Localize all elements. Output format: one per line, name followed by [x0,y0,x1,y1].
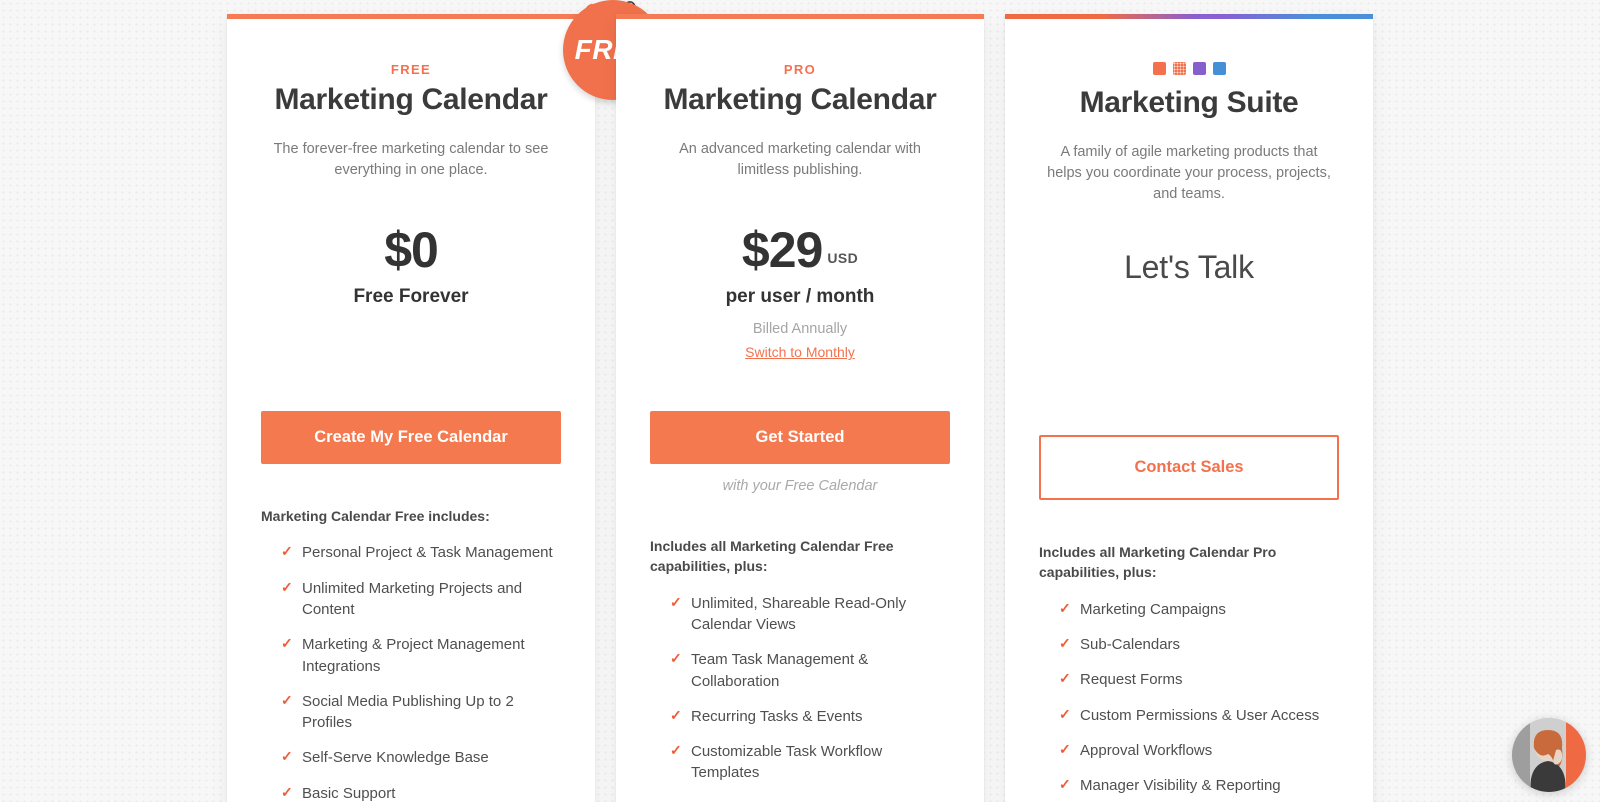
card-accent-bar-gradient [1005,14,1373,19]
feature-label: Customizable Task Workflow Templates [691,743,883,782]
plan-eyebrow-free: FREE [390,62,432,77]
plan-eyebrow-pro: PRO [783,62,817,77]
features-heading-free: Marketing Calendar Free includes: [261,508,490,525]
price-amount-free: $0 [384,222,439,279]
get-started-button[interactable]: Get Started [650,411,950,465]
pricing-card-suite: Marketing Suite A family of agile market… [1005,14,1373,802]
feature-item: ✓ Unlimited, Shareable Read-Only Calendar… [670,593,950,636]
check-icon: ✓ [281,543,293,560]
support-agent-avatar[interactable] [1512,718,1586,792]
feature-label: Unlimited Marketing Projects and Content [302,579,523,618]
features-section-free: Marketing Calendar Free includes: ✓ Perso… [261,506,561,802]
price-block-suite: Let's Talk [1039,249,1339,401]
plan-description-free: The forever-free marketing calendar to s… [273,141,549,179]
billing-note-pro: Billed Annually [752,321,848,338]
price-amount-suite: Let's Talk [1124,249,1254,286]
price-amount-pro: $29 [741,222,823,279]
plan-title-free: Marketing Calendar [274,83,548,116]
check-icon: ✓ [281,783,293,800]
feature-label: Marketing Campaigns [1080,600,1226,618]
feature-item: ✓ Custom Permissions & User Access [1059,705,1339,726]
check-icon: ✓ [670,742,682,759]
feature-item: ✓ Request Forms [1059,669,1339,690]
feature-label: Team Task Management & Collaboration [691,651,869,690]
feature-item: ✓ Self-Serve Knowledge Base [281,747,561,768]
features-section-suite: Includes all Marketing Calendar Pro capa… [1039,542,1339,802]
suite-product-squares [1039,62,1339,75]
switch-to-monthly-link[interactable]: Switch to Monthly [745,344,855,360]
feature-label: Unlimited, Shareable Read-Only Calendar … [691,594,907,633]
check-icon: ✓ [1059,705,1071,722]
check-icon: ✓ [281,578,293,595]
support-agent-avatar-icon [1512,718,1586,792]
contact-sales-button[interactable]: Contact Sales [1039,435,1339,501]
feature-item: ✓ Personal Project & Task Management [281,542,561,563]
feature-item: ✓ Approval Workflows [1059,740,1339,761]
feature-item: ✓ Social Media Publishing Up to 2 Profile… [281,691,561,734]
check-icon: ✓ [670,706,682,723]
feature-label: Manager Visibility & Reporting [1080,777,1281,795]
price-block-pro: $29 USD per user / month Billed Annually … [650,225,950,377]
feature-label: Marketing & Project Management Integrati… [302,636,525,675]
suite-square-blue-icon [1212,62,1226,75]
feature-label: Social Media Publishing Up to 2 Profiles [302,692,514,732]
price-period-pro: per user / month [725,286,875,308]
suite-square-orange-icon [1152,62,1166,75]
feature-label: Personal Project & Task Management [302,544,553,562]
feature-label: Request Forms [1080,671,1183,689]
feature-label: Basic Support [302,784,396,802]
card-accent-bar [227,14,595,19]
feature-label: Custom Permissions & User Access [1080,706,1320,724]
check-icon: ✓ [670,650,682,667]
pricing-card-pro: PRO Marketing Calendar An advanced marke… [616,14,984,802]
feature-item: ✓ Marketing & Project Management Integrat… [281,634,561,677]
card-accent-bar [616,14,984,19]
check-icon: ✓ [1059,599,1071,616]
feature-label: Self-Serve Knowledge Base [302,749,489,767]
feature-list-pro: ✓ Unlimited, Shareable Read-Only Calendar… [650,593,950,802]
plan-description-suite: A family of agile marketing products tha… [1047,144,1331,203]
check-icon: ✓ [281,748,293,765]
check-icon: ✓ [281,691,293,708]
feature-item: ✓ Recurring Tasks & Events [670,706,950,727]
price-currency-pro: USD [827,250,859,267]
features-heading-pro: Includes all Marketing Calendar Free cap… [650,538,894,575]
features-heading-suite: Includes all Marketing Calendar Pro capa… [1039,544,1277,581]
feature-list-suite: ✓ Marketing Campaigns ✓ Sub-Calendars ✓ Req… [1039,599,1339,802]
feature-label: Recurring Tasks & Events [691,707,863,725]
check-icon: ✓ [670,593,682,610]
feature-list-free: ✓ Personal Project & Task Management ✓ Unl… [261,542,561,802]
price-block-free: $0 Free Forever [261,225,561,377]
check-icon: ✓ [670,798,682,802]
feature-label: Sub-Calendars [1080,635,1181,653]
feature-item: ✓ Unlimited Marketing Projects and Conten… [281,578,561,621]
pricing-card-free: FREE FREE Marketing Calendar The forever… [227,0,663,802]
feature-item: ✓ Marketing Campaigns [1059,599,1339,620]
feature-item: ✓ Basic Support [281,783,561,802]
feature-item: ✓ Team Task Management & Collaboration [670,649,950,692]
plan-title-pro: Marketing Calendar [663,83,937,116]
check-icon: ✓ [1059,740,1071,757]
feature-item: ✓ Customizable Task Workflow Templates [670,741,950,784]
pricing-cards-container: FREE FREE Marketing Calendar The forever… [0,0,1600,802]
cta-subtext-pro: with your Free Calendar [722,478,878,495]
plan-description-pro: An advanced marketing calendar with limi… [679,141,921,179]
feature-item: ✓Unlimited Social Media Publishing [670,798,950,802]
check-icon: ✓ [1059,634,1071,651]
feature-item: ✓ Sub-Calendars [1059,634,1339,655]
suite-square-purple-icon [1192,62,1206,75]
suite-square-dotted-orange-icon [1172,62,1186,75]
price-period-free: Free Forever [353,286,469,308]
feature-item: ✓ Manager Visibility & Reporting [1059,775,1339,796]
feature-label: Approval Workflows [1080,741,1213,759]
plan-title-suite: Marketing Suite [1079,86,1299,119]
check-icon: ✓ [1059,670,1071,687]
create-my-free-calendar-button[interactable]: Create My Free Calendar [261,411,561,465]
features-section-pro: Includes all Marketing Calendar Free cap… [650,536,950,802]
check-icon: ✓ [1059,776,1071,793]
check-icon: ✓ [281,635,293,652]
